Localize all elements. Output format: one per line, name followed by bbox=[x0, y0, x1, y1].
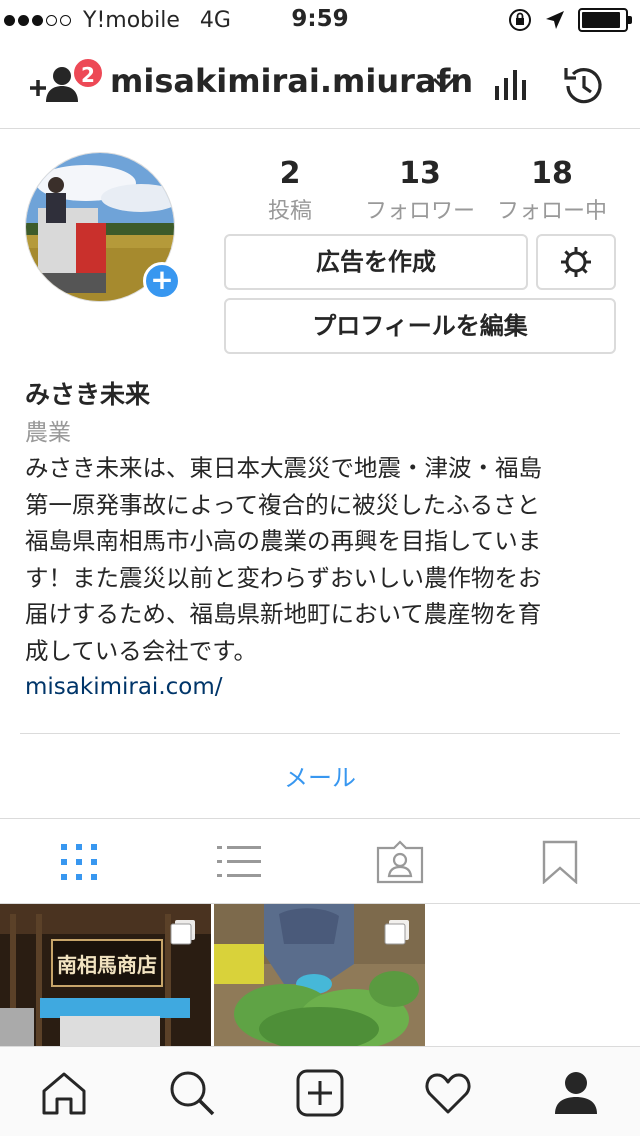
nav-home[interactable] bbox=[40, 1069, 88, 1117]
new-post-icon bbox=[296, 1069, 344, 1117]
battery-level bbox=[582, 12, 620, 28]
activity-icon bbox=[425, 1073, 471, 1114]
profile-header: 2 misakimirai.miurafn bbox=[0, 40, 640, 129]
multi-photo-icon bbox=[384, 920, 409, 945]
edit-profile-button[interactable]: プロフィールを編集 bbox=[224, 298, 616, 354]
bio-line: 届けするため、福島県新地町において農産物を育 bbox=[25, 600, 542, 628]
status-bar: Y!mobile 4G 9:59 bbox=[0, 0, 640, 40]
post-sign-text: 南相馬商店 bbox=[57, 953, 157, 977]
tab-saved[interactable] bbox=[535, 839, 585, 885]
search-icon bbox=[170, 1071, 215, 1116]
stat-followers[interactable]: 13 フォロワー bbox=[360, 156, 480, 225]
posts-grid: 南相馬商店 bbox=[0, 904, 640, 1046]
email-button[interactable]: メール bbox=[0, 758, 640, 793]
tab-tagged[interactable] bbox=[375, 839, 425, 885]
tagged-icon bbox=[376, 840, 424, 884]
battery-icon bbox=[578, 8, 632, 32]
notification-badge[interactable]: 2 bbox=[72, 57, 104, 89]
username-switcher[interactable]: misakimirai.miurafn bbox=[110, 62, 473, 100]
posts-label: 投稿 bbox=[267, 199, 312, 224]
website-link[interactable]: misakimirai.com/ bbox=[25, 674, 223, 700]
profile-category: 農業 bbox=[25, 420, 71, 446]
nav-new-post[interactable] bbox=[296, 1069, 344, 1117]
nav-activity[interactable] bbox=[424, 1069, 472, 1117]
gear-icon bbox=[561, 247, 591, 277]
bio-line: す！また震災以前と変わらずおいしい農作物をお bbox=[25, 563, 542, 592]
status-right bbox=[508, 8, 632, 32]
profile-tabs bbox=[0, 818, 640, 904]
profile-name: みさき未来 bbox=[25, 380, 151, 409]
divider bbox=[20, 733, 620, 734]
nav-profile[interactable] bbox=[552, 1069, 600, 1117]
following-count: 18 bbox=[531, 156, 573, 191]
bio-line: みさき未来は、東日本大震災で地震・津波・福島 bbox=[25, 454, 542, 482]
following-label: フォロー中 bbox=[496, 199, 607, 224]
home-icon bbox=[42, 1072, 86, 1115]
nav-search[interactable] bbox=[168, 1069, 216, 1117]
bottom-nav bbox=[0, 1046, 640, 1136]
archive-icon[interactable] bbox=[560, 62, 608, 110]
insights-icon[interactable] bbox=[492, 66, 528, 102]
list-icon bbox=[217, 846, 261, 877]
followers-label: フォロワー bbox=[364, 199, 475, 224]
stat-posts[interactable]: 2 投稿 bbox=[250, 156, 330, 225]
post-thumbnail[interactable]: 南相馬商店 bbox=[0, 904, 211, 1046]
profile-bio: みさき未来は、東日本大震災で地震・津波・福島 第一原発事故によって複合的に被災し… bbox=[25, 450, 615, 669]
bio-line: 第一原発事故によって複合的に被災したふるさと bbox=[25, 490, 541, 519]
chevron-down-icon[interactable] bbox=[432, 76, 456, 92]
profile-avatar[interactable]: + bbox=[25, 152, 181, 302]
followers-count: 13 bbox=[399, 156, 441, 191]
create-ad-button[interactable]: 広告を作成 bbox=[224, 234, 528, 290]
posts-count: 2 bbox=[279, 156, 301, 191]
bio-line: 福島県南相馬市小高の農業の再興を目指していま bbox=[25, 527, 542, 555]
profile-icon bbox=[555, 1072, 597, 1114]
add-story-button[interactable]: + bbox=[143, 262, 181, 300]
saved-icon bbox=[542, 840, 578, 884]
multi-photo-icon bbox=[170, 920, 195, 945]
post-thumbnail[interactable] bbox=[214, 904, 425, 1046]
location-icon bbox=[546, 11, 564, 29]
bio-line: 成している会社です。 bbox=[25, 636, 257, 665]
grid-icon bbox=[61, 844, 97, 880]
options-button[interactable] bbox=[536, 234, 616, 290]
tab-list[interactable] bbox=[214, 839, 264, 885]
tab-grid[interactable] bbox=[54, 839, 104, 885]
stat-following[interactable]: 18 フォロー中 bbox=[492, 156, 612, 225]
rotation-lock-icon bbox=[509, 9, 531, 31]
